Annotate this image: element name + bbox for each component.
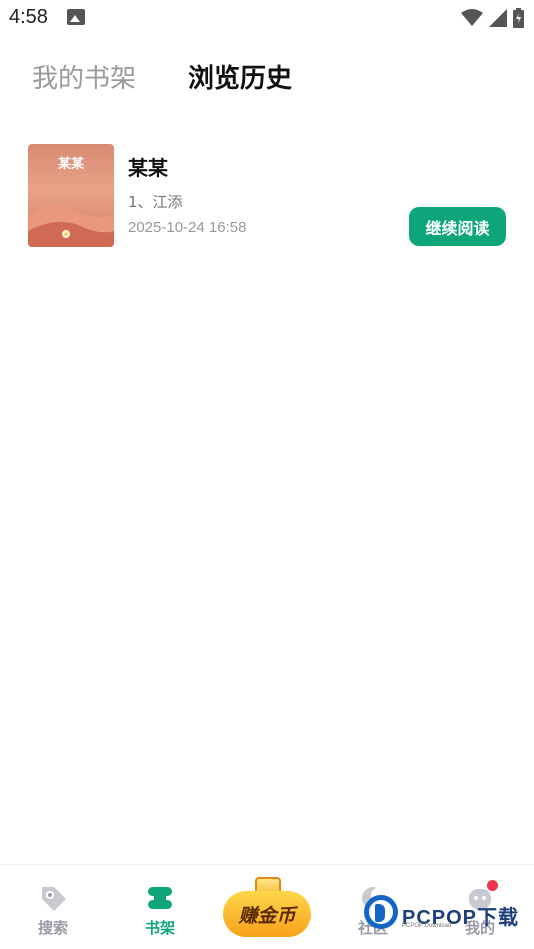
continue-reading-button[interactable]: 继续阅读 [409,207,506,246]
nav-label-search: 搜索 [37,919,68,937]
history-list-item[interactable]: 某某 某某 1、江添 2025-10-24 16:58 继续阅读 [28,144,506,248]
nav-label-bookshelf: 书架 [144,919,175,937]
cover-title: 某某 [57,157,84,172]
bookshelf-icon [148,887,172,909]
book-cover[interactable]: 某某 [28,144,114,247]
tag-search-icon [42,887,66,911]
image-notification-icon [67,9,85,25]
tab-my-bookshelf[interactable]: 我的书架 [32,58,136,95]
nav-item-search[interactable]: 搜索 [23,883,83,938]
tab-bar: 我的书架 浏览历史 [32,58,292,95]
notification-badge [487,880,498,891]
status-bar: 4:58 [0,0,534,36]
read-timestamp: 2025-10-24 16:58 [128,219,247,236]
pcpop-watermark: PCPOP下载 PCPOP Download [364,893,526,933]
book-title[interactable]: 某某 [128,152,168,181]
status-time: 4:58 [9,6,48,28]
watermark-subtext: PCPOP Download [402,923,452,929]
earn-coins-badge: 赚金币 [223,891,311,937]
battery-icon [513,8,524,28]
nav-item-bookshelf[interactable]: 书架 [130,883,190,938]
desert-illustration [28,204,114,247]
tab-browse-history[interactable]: 浏览历史 [188,58,292,95]
pcpop-logo-icon [364,895,398,929]
status-icons [461,8,524,28]
wifi-icon [461,9,483,26]
earn-coins-label: 赚金币 [238,904,296,927]
book-chapter: 1、江添 [128,193,183,211]
earn-coins-button[interactable]: 赚金币 [221,875,313,939]
signal-icon [489,9,507,27]
